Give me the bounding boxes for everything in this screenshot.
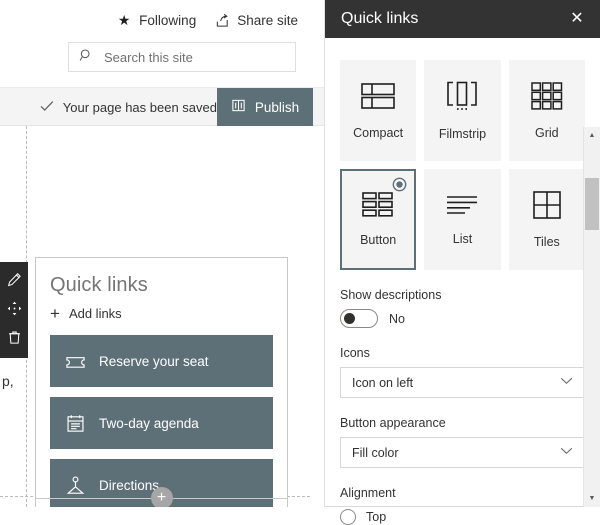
delete-webpart-button[interactable] (2, 327, 26, 351)
add-links-label: Add links (68, 306, 122, 321)
grid-layout-icon (531, 81, 563, 113)
trash-icon (7, 330, 22, 348)
toggle-knob (344, 313, 355, 324)
webpart-toolbar (0, 262, 28, 358)
list-layout-icon (445, 194, 479, 219)
star-icon: ★ (117, 12, 131, 28)
show-descriptions-control: No (340, 309, 585, 328)
icons-dropdown[interactable]: Icon on left (340, 367, 585, 398)
layout-option-label: Tiles (533, 234, 560, 249)
save-status: Your page has been saved (40, 88, 217, 126)
ticket-icon (64, 350, 86, 372)
layout-option-grid[interactable]: Grid (508, 60, 585, 161)
site-header-actions: ★ Following Share site (116, 12, 298, 28)
scroll-down-arrow-icon[interactable]: ▼ (584, 490, 600, 507)
button-appearance-label: Button appearance (340, 416, 446, 430)
quick-link-label: Two-day agenda (99, 415, 199, 431)
webpart-title: Quick links (50, 274, 148, 296)
search-placeholder: Search this site (104, 49, 193, 65)
layout-option-button[interactable]: Button (340, 169, 417, 270)
quick-links-editor-screen: ★ Following Share site Search this site … (0, 0, 600, 525)
pencil-icon (7, 272, 22, 290)
quick-link-label: Reserve your seat (99, 353, 209, 369)
selected-radio-icon (392, 177, 407, 192)
scroll-up-arrow-icon[interactable]: ▲ (584, 127, 600, 144)
tiles-layout-icon (533, 190, 561, 222)
close-icon[interactable]: ✕ (566, 8, 588, 30)
layout-option-label: List (452, 231, 473, 246)
share-site-button[interactable]: Share site (214, 12, 298, 28)
following-button[interactable]: ★ Following (116, 12, 196, 28)
chevron-down-icon (560, 377, 573, 388)
plus-circle-icon: + (156, 489, 167, 506)
plus-icon: + (50, 304, 60, 323)
publish-button[interactable]: Publish (217, 88, 313, 126)
show-descriptions-value: No (389, 311, 405, 326)
button-appearance-value: Fill color (352, 445, 399, 460)
layout-option-label: Grid (535, 125, 559, 140)
calendar-icon (64, 412, 86, 434)
layout-option-tiles[interactable]: Tiles (508, 169, 585, 270)
edit-webpart-button[interactable] (2, 269, 26, 293)
layout-option-label: Button (360, 233, 397, 247)
button-layout-icon (362, 192, 394, 220)
scrollbar-thumb[interactable] (585, 178, 599, 230)
site-header: ★ Following Share site Search this site (0, 0, 324, 88)
radio-unchecked-icon (340, 509, 356, 525)
publish-book-icon (231, 98, 246, 116)
move-webpart-button[interactable] (2, 298, 26, 322)
layout-option-list[interactable]: List (424, 169, 501, 270)
property-pane-title: Quick links (341, 10, 419, 27)
compact-layout-icon (361, 82, 395, 113)
add-section-area: + (35, 487, 288, 507)
property-pane-body: Compact Filmstrip Grid Button List Tiles… (325, 38, 600, 525)
quick-links-webpart[interactable]: Quick links + Add links Reserve your sea… (35, 257, 288, 507)
canvas-scrollbar[interactable]: ▲ ▼ (583, 127, 600, 507)
alignment-option-top[interactable]: Top (340, 509, 585, 525)
layout-option-label: Filmstrip (438, 126, 487, 141)
adjacent-text-fragment: p, (2, 373, 14, 389)
icons-dropdown-value: Icon on left (352, 375, 414, 390)
search-icon (79, 48, 94, 66)
check-icon (40, 100, 54, 115)
alignment-option-label: Top (366, 510, 387, 524)
publish-label: Publish (254, 99, 300, 115)
filmstrip-layout-icon (445, 81, 479, 114)
move-icon (7, 301, 22, 319)
add-links-button[interactable]: + Add links (50, 305, 273, 322)
add-section-button[interactable]: + (150, 487, 173, 507)
property-pane: Quick links ✕ Compact Filmstrip Grid But… (325, 0, 600, 525)
chevron-down-icon (560, 447, 573, 458)
show-descriptions-toggle[interactable] (340, 309, 378, 328)
command-bar: Your page has been saved Publish (0, 88, 324, 126)
show-descriptions-label: Show descriptions (340, 288, 442, 302)
alignment-label: Alignment (340, 486, 396, 500)
quick-link-item[interactable]: Two-day agenda (50, 397, 273, 449)
share-site-label: Share site (237, 12, 298, 28)
search-input[interactable]: Search this site (68, 42, 296, 72)
page-canvas: p, Quick links + Add links Reserve your … (0, 126, 324, 507)
layout-option-compact[interactable]: Compact (340, 60, 417, 161)
layout-option-filmstrip[interactable]: Filmstrip (424, 60, 501, 161)
save-status-label: Your page has been saved (62, 99, 217, 115)
quick-link-item[interactable]: Reserve your seat (50, 335, 273, 387)
following-label: Following (139, 12, 197, 28)
layout-options-grid: Compact Filmstrip Grid Button List Tiles (340, 60, 585, 270)
button-appearance-dropdown[interactable]: Fill color (340, 437, 585, 468)
share-icon (214, 12, 230, 28)
page-editor-area: ★ Following Share site Search this site … (0, 0, 325, 507)
icons-label: Icons (340, 346, 370, 360)
property-pane-header: Quick links ✕ (325, 0, 600, 38)
layout-option-label: Compact (353, 125, 404, 140)
